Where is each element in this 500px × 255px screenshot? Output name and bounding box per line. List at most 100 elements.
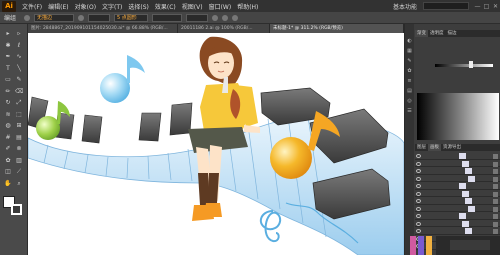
layer-row[interactable] (415, 190, 500, 197)
menu-window[interactable]: 窗口(W) (209, 2, 232, 11)
eraser-tool[interactable]: ⌫ (15, 88, 23, 95)
target-indicator-icon[interactable] (493, 184, 498, 189)
layer-row[interactable] (415, 205, 500, 212)
gradient-panel-icon[interactable]: ▤ (406, 88, 413, 94)
lasso-tool[interactable]: ℓ (15, 42, 23, 49)
layer-row[interactable] (415, 167, 500, 175)
tab-document-1[interactable]: 图片: 2848867_201909101154025030.ai* @ 66.… (28, 24, 178, 33)
menu-type[interactable]: 文字(T) (102, 2, 122, 11)
visibility-eye-icon[interactable] (416, 154, 421, 158)
slice-tool[interactable]: ⟋ (15, 168, 23, 175)
layer-row[interactable] (415, 182, 500, 190)
paintbrush-tool[interactable]: ✎ (15, 76, 23, 83)
line-tool[interactable]: ╲ (15, 65, 23, 72)
tab-gradient[interactable]: 渐变 (415, 30, 428, 37)
target-indicator-icon[interactable] (493, 191, 498, 197)
brushes-panel-icon[interactable]: ✎ (406, 58, 413, 64)
transform-icon[interactable] (232, 14, 239, 21)
hand-tool[interactable]: ✋ (4, 180, 12, 187)
taskbar-app-1[interactable] (410, 236, 416, 255)
help-search-input[interactable] (423, 2, 469, 10)
style-select[interactable] (152, 13, 183, 22)
layer-row[interactable] (415, 197, 500, 205)
visibility-eye-icon[interactable] (416, 206, 421, 211)
tab-document-3[interactable]: 未标题-1* @ 311.2% (RGB/预览) (270, 24, 404, 33)
visibility-eye-icon[interactable] (416, 191, 421, 196)
stroke-weight-field[interactable] (88, 13, 111, 22)
workspace-switcher[interactable]: 基本功能 (393, 2, 417, 11)
recolor-icon[interactable] (212, 14, 219, 21)
pencil-tool[interactable]: ✏ (4, 88, 12, 95)
gradient-stop-knob[interactable] (469, 61, 473, 68)
visibility-eye-icon[interactable] (416, 169, 421, 173)
mesh-tool[interactable]: # (4, 134, 12, 141)
tab-asset-export[interactable]: 资源导出 (441, 144, 463, 151)
menu-help[interactable]: 帮助(H) (237, 2, 258, 11)
swatches-panel-icon[interactable]: ▦ (406, 48, 413, 54)
tab-transparency[interactable]: 透明度 (428, 30, 446, 37)
color-panel-icon[interactable]: ◐ (406, 38, 413, 44)
menu-select[interactable]: 选择(S) (128, 2, 149, 11)
stroke-color-icon[interactable] (78, 14, 85, 21)
taskbar-app-3[interactable] (426, 236, 432, 255)
target-indicator-icon[interactable] (493, 161, 498, 167)
stroke-select[interactable]: 无描边 (34, 13, 75, 22)
layer-row[interactable] (415, 152, 500, 160)
target-indicator-icon[interactable] (493, 206, 498, 212)
warp-tool[interactable]: ≋ (4, 111, 12, 118)
appearance-panel-icon[interactable]: ☰ (406, 108, 413, 114)
visibility-eye-icon[interactable] (416, 161, 421, 166)
menu-effect[interactable]: 效果(C) (155, 2, 176, 11)
rotate-tool[interactable]: ↻ (4, 99, 12, 106)
taskbar-button[interactable] (450, 240, 490, 250)
transparency-panel-icon[interactable]: ◎ (406, 98, 413, 104)
shape-builder-tool[interactable]: ◍ (4, 122, 12, 129)
layer-row[interactable] (415, 212, 500, 220)
symbols-panel-icon[interactable]: ✿ (406, 68, 413, 74)
stroke-swatch[interactable] (11, 204, 22, 215)
tab-artboards[interactable]: 画板 (428, 144, 441, 151)
target-indicator-icon[interactable] (493, 199, 498, 204)
visibility-eye-icon[interactable] (416, 214, 421, 218)
stroke-panel-icon[interactable]: ≡ (406, 78, 413, 84)
scale-tool[interactable]: ⤢ (15, 99, 23, 106)
rectangle-tool[interactable]: ▭ (4, 76, 12, 83)
fill-color-icon[interactable] (24, 14, 31, 21)
maximize-button[interactable]: □ (482, 3, 491, 10)
menu-file[interactable]: 文件(F) (22, 2, 42, 11)
curvature-tool[interactable]: ∿ (15, 53, 23, 60)
selection-tool[interactable]: ▸ (4, 30, 12, 37)
pen-tool[interactable]: ✒ (4, 53, 12, 60)
menu-view[interactable]: 视图(V) (182, 2, 203, 11)
target-indicator-icon[interactable] (493, 154, 498, 159)
target-indicator-icon[interactable] (493, 169, 498, 174)
tab-layers[interactable]: 图层 (415, 144, 428, 151)
magic-wand-tool[interactable]: ✱ (4, 42, 12, 49)
close-button[interactable]: ✕ (491, 3, 500, 10)
minimize-button[interactable]: — (473, 3, 482, 10)
layer-row[interactable] (415, 160, 500, 167)
graph-tool[interactable]: ▥ (15, 157, 23, 164)
layer-row[interactable] (415, 175, 500, 182)
free-transform-tool[interactable]: ⬚ (15, 111, 23, 118)
target-indicator-icon[interactable] (493, 176, 498, 182)
zoom-tool[interactable]: ⌕ (15, 180, 23, 187)
tab-document-2[interactable]: 20011186 2.ai @ 100% (RGB/... (178, 24, 270, 33)
perspective-tool[interactable]: ⊞ (15, 122, 23, 129)
brush-select[interactable]: 5 点圆形 (114, 13, 149, 22)
symbol-sprayer-tool[interactable]: ✿ (4, 157, 12, 164)
tab-stroke[interactable]: 描边 (446, 30, 459, 37)
align-icon[interactable] (222, 14, 229, 21)
blend-tool[interactable]: ⊗ (15, 145, 23, 152)
direct-selection-tool[interactable]: ▹ (15, 30, 23, 37)
taskbar-app-2[interactable] (418, 236, 424, 255)
gradient-preview[interactable] (417, 93, 499, 140)
menu-edit[interactable]: 编辑(E) (48, 2, 68, 11)
type-tool[interactable]: T (4, 65, 12, 72)
artboard-tool[interactable]: ◫ (4, 168, 12, 175)
gradient-tool[interactable]: ▤ (15, 134, 23, 141)
canvas-area[interactable] (28, 33, 404, 255)
visibility-eye-icon[interactable] (416, 184, 421, 188)
visibility-eye-icon[interactable] (416, 221, 421, 226)
eyedropper-tool[interactable]: ✐ (4, 145, 12, 152)
